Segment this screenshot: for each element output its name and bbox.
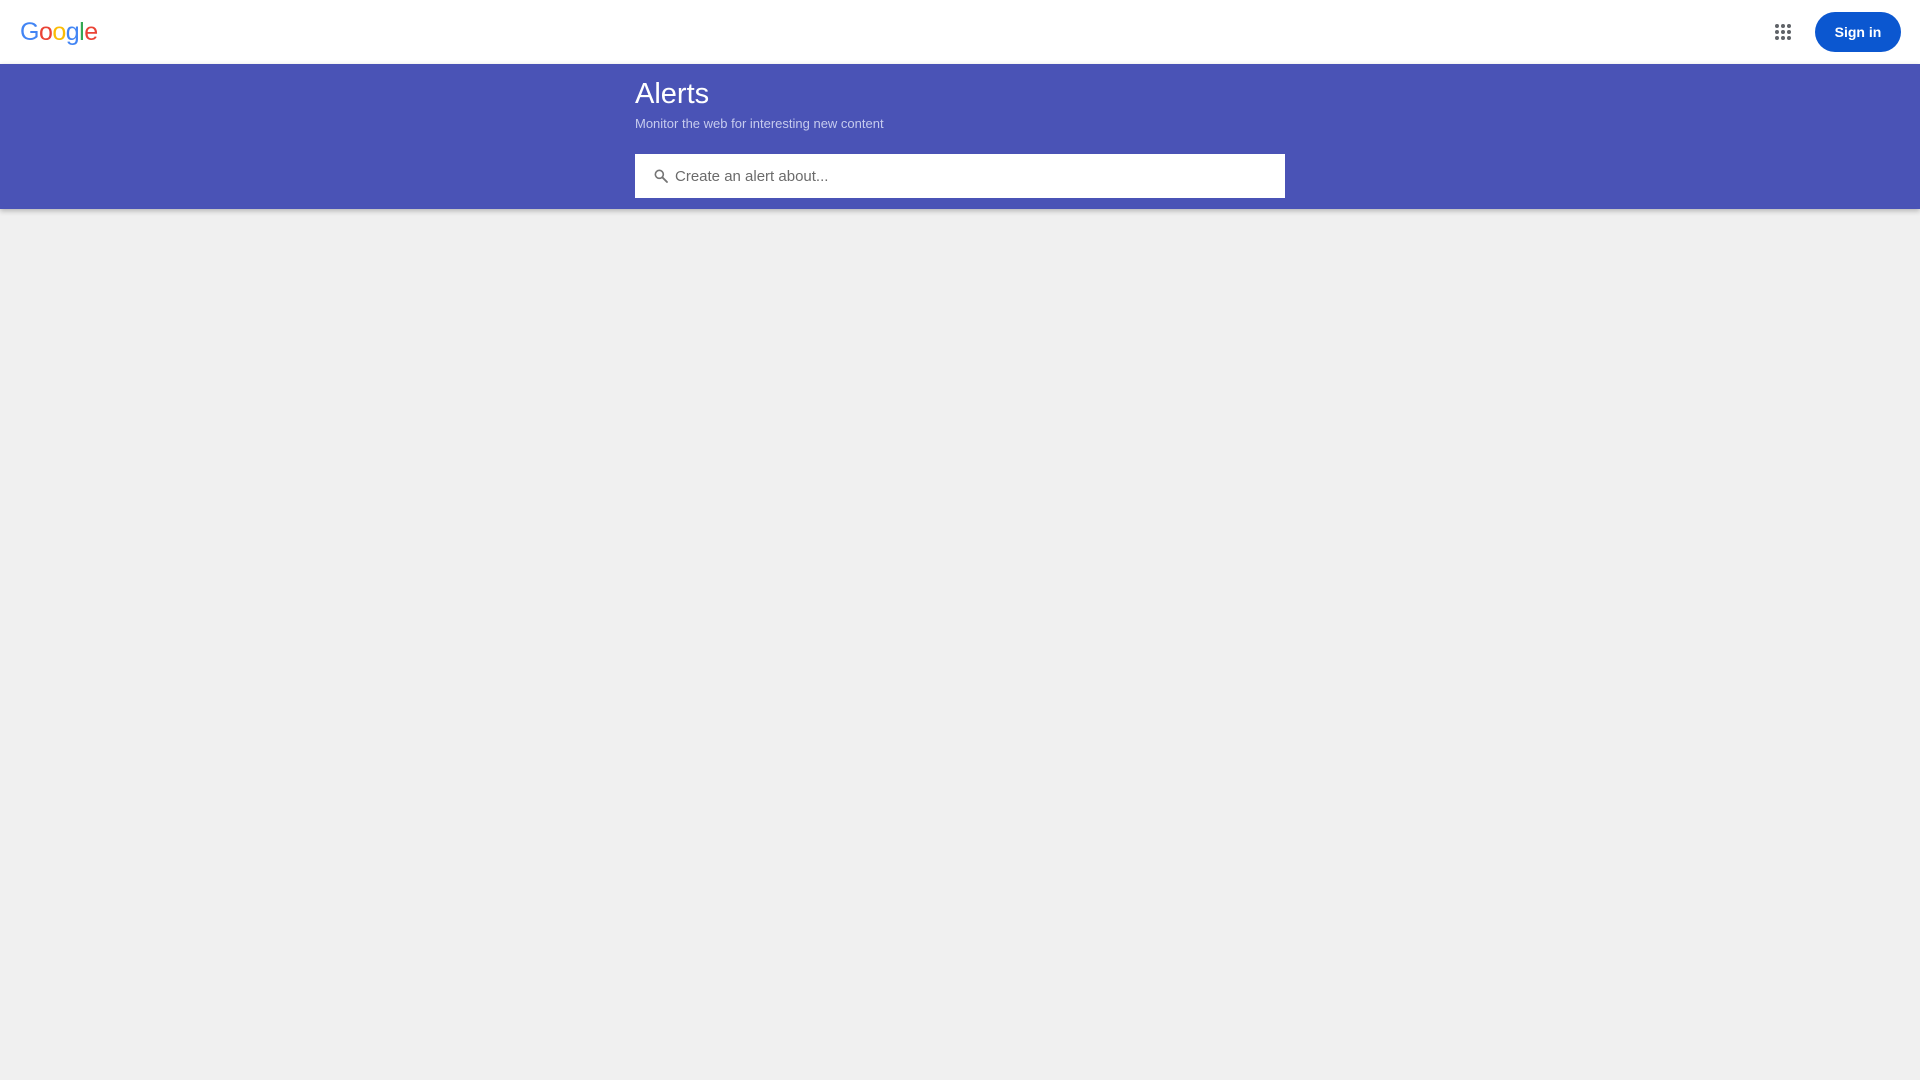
logo-letter: e [84, 18, 98, 46]
alerts-banner: Alerts Monitor the web for interesting n… [0, 64, 1920, 209]
sign-in-button[interactable]: Sign in [1815, 12, 1901, 52]
create-alert-box [635, 154, 1285, 198]
apps-grid-icon [1775, 24, 1791, 40]
create-alert-input[interactable] [675, 154, 1275, 198]
apps-button[interactable] [1767, 16, 1799, 48]
page-title: Alerts [635, 78, 710, 110]
google-logo[interactable]: Google [20, 17, 98, 47]
search-icon [654, 169, 668, 183]
logo-letter: o [52, 18, 66, 46]
logo-letter: o [38, 18, 53, 46]
logo-letter: G [20, 18, 39, 46]
top-bar: Google Sign in [0, 0, 1920, 64]
logo-letter: g [65, 18, 80, 46]
page-subtitle: Monitor the web for interesting new cont… [635, 116, 884, 131]
